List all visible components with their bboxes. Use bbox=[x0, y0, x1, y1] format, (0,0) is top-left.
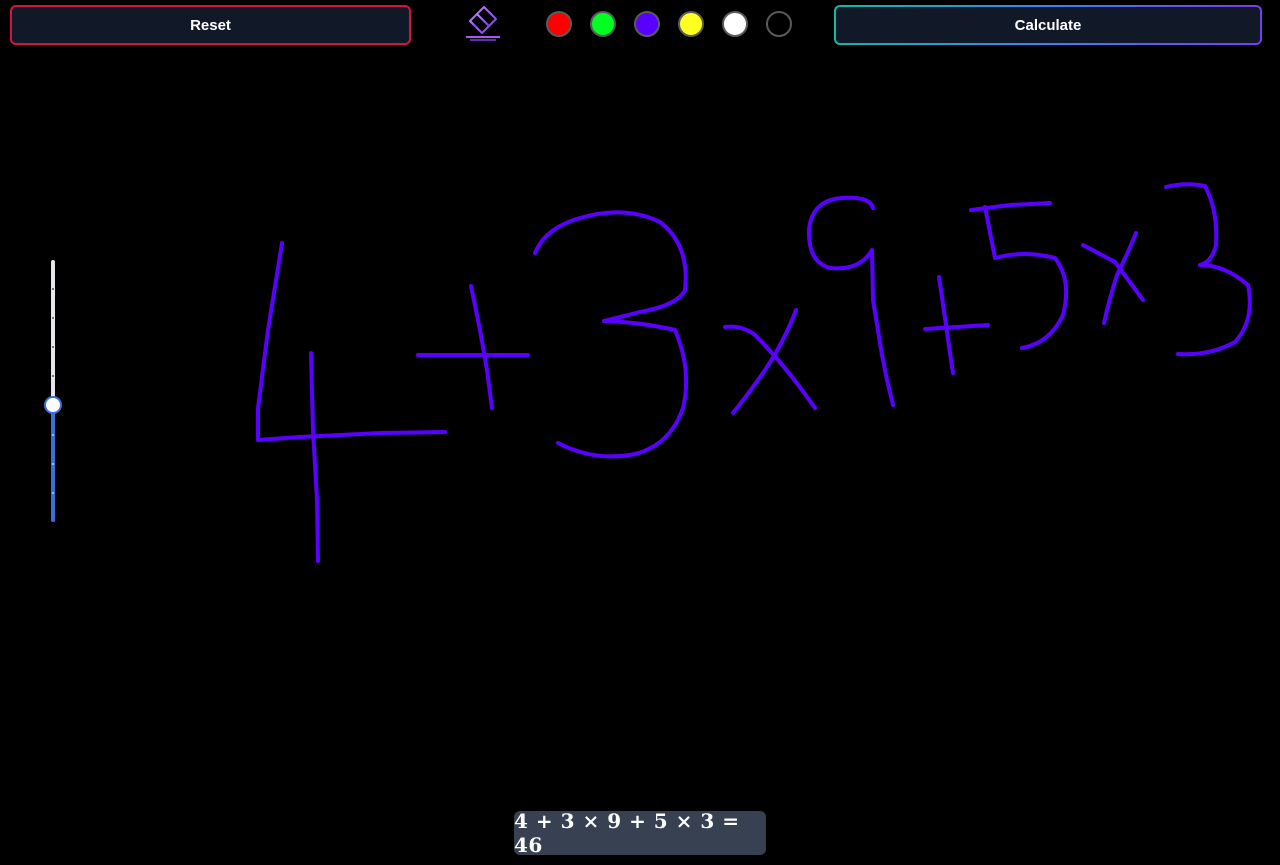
slider-tick bbox=[52, 288, 54, 290]
color-swatch-red[interactable] bbox=[546, 11, 572, 37]
slider-tick bbox=[52, 492, 54, 494]
stroke-3 bbox=[533, 210, 689, 459]
color-swatch-green[interactable] bbox=[590, 11, 616, 37]
slider-track[interactable] bbox=[51, 260, 55, 405]
stroke-x1-a bbox=[723, 324, 817, 410]
slider-tick bbox=[52, 375, 54, 377]
stroke-9 bbox=[806, 195, 895, 407]
eraser-icon bbox=[466, 6, 500, 41]
stroke-5 bbox=[983, 205, 1069, 350]
calculate-button[interactable]: Calculate bbox=[834, 5, 1262, 45]
color-swatch-yellow[interactable] bbox=[678, 11, 704, 37]
stroke-3b bbox=[1164, 182, 1252, 357]
color-swatch-purple[interactable] bbox=[634, 11, 660, 37]
slider-tick bbox=[52, 346, 54, 348]
reset-button[interactable]: Reset bbox=[10, 5, 411, 45]
stroke-plus2-h bbox=[923, 323, 990, 331]
drawing-canvas[interactable] bbox=[0, 0, 1280, 865]
slider-tick bbox=[52, 317, 54, 319]
slider-thumb[interactable] bbox=[44, 396, 62, 414]
result-expression[interactable]: 4 + 3 × 9 + 5 × 3 = 46 bbox=[514, 809, 766, 857]
slider-tick bbox=[52, 434, 54, 436]
color-swatch-black[interactable] bbox=[766, 11, 792, 37]
stroke-x2-b bbox=[1102, 231, 1138, 325]
stroke-4-a bbox=[256, 241, 447, 442]
stroke-4-b bbox=[309, 351, 320, 563]
eraser-button[interactable] bbox=[462, 4, 504, 42]
stroke-plus2-v bbox=[937, 275, 955, 375]
stroke-x1-b bbox=[731, 308, 798, 415]
color-swatch-white[interactable] bbox=[722, 11, 748, 37]
stroke-plus1-v bbox=[469, 284, 494, 410]
stroke-5-top bbox=[969, 201, 1052, 212]
slider-tick bbox=[52, 463, 54, 465]
